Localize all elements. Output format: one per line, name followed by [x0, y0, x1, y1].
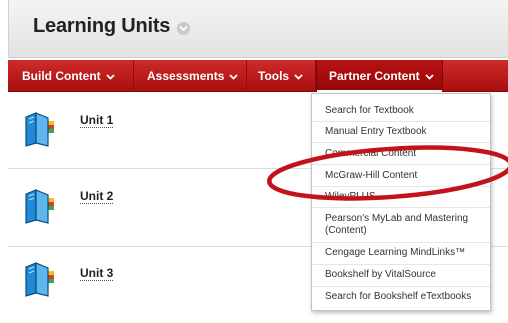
nav-tools[interactable]: Tools: [247, 60, 316, 92]
learning-unit-book-icon: [22, 188, 56, 229]
menu-item-search-bookshelf-etextbooks[interactable]: Search for Bookshelf eTextbooks: [325, 291, 487, 303]
chevron-down-icon: [229, 60, 239, 92]
menu-item-manual-entry-textbook[interactable]: Manual Entry Textbook: [325, 126, 487, 138]
chevron-down-icon: [106, 60, 115, 92]
nav-tools-label: Tools: [258, 69, 290, 83]
menu-item-bookshelf-vitalsource[interactable]: Bookshelf by VitalSource: [325, 269, 487, 281]
menu-divider: [312, 286, 490, 287]
partner-content-dropdown-menu: Search for Textbook Manual Entry Textboo…: [311, 93, 491, 311]
nav-build-content[interactable]: Build Content: [8, 60, 134, 92]
menu-divider: [312, 142, 490, 143]
menu-item-wileyplus[interactable]: WileyPLUS: [325, 191, 487, 203]
page-title: Learning Units: [33, 15, 171, 37]
menu-item-commercial-content[interactable]: Commercial Content: [325, 148, 487, 160]
menu-divider: [312, 164, 490, 165]
menu-divider: [312, 242, 490, 243]
nav-partner-content[interactable]: Partner Content: [316, 60, 443, 93]
nav-build-content-label: Build Content: [22, 69, 101, 83]
menu-item-mcgraw-hill-content[interactable]: McGraw-Hill Content: [325, 170, 487, 182]
content-nav-bar: Build Content Assessments Tools Partner …: [8, 60, 508, 93]
chevron-down-icon: [425, 60, 434, 92]
nav-assessments-label: Assessments: [147, 69, 225, 83]
menu-item-cengage-mindlinks[interactable]: Cengage Learning MindLinks™: [325, 247, 487, 259]
chevron-down-icon: [294, 60, 303, 92]
title-options-chevron-icon[interactable]: [177, 22, 190, 35]
menu-item-pearson-mylab[interactable]: Pearson's MyLab and Mastering (Content): [325, 213, 487, 237]
menu-item-search-for-textbook[interactable]: Search for Textbook: [325, 105, 487, 117]
learning-unit-book-icon: [22, 111, 56, 152]
page-header: Learning Units: [8, 0, 508, 58]
menu-divider: [312, 264, 490, 265]
unit-2-link[interactable]: Unit 2: [80, 189, 114, 204]
unit-3-link[interactable]: Unit 3: [80, 266, 114, 281]
nav-partner-content-label: Partner Content: [329, 69, 420, 83]
learning-unit-book-icon: [22, 261, 56, 302]
nav-assessments[interactable]: Assessments: [134, 60, 247, 92]
menu-divider: [312, 186, 490, 187]
menu-divider: [312, 207, 490, 208]
menu-divider: [312, 121, 490, 122]
unit-1-link[interactable]: Unit 1: [80, 113, 114, 128]
